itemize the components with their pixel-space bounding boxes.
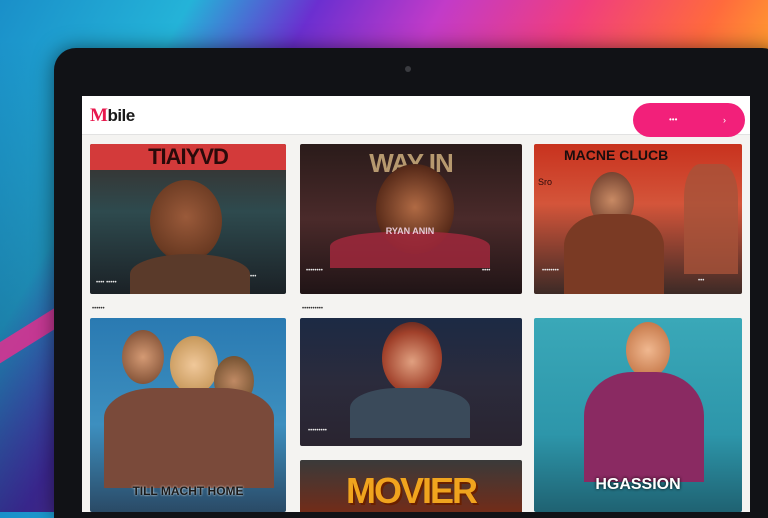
app-screen: Mbile ••• › TIAIYVD •••• ••••• ••• WAY I… (82, 96, 750, 512)
movie-title: MACNE CLUCB (564, 147, 669, 163)
poster-portrait (122, 330, 164, 384)
poster-figure (564, 214, 664, 294)
movie-subtitle: RYAN ANIN (385, 226, 435, 236)
poster-portrait (626, 322, 670, 378)
poster-figure (330, 232, 490, 268)
movie-title: TIAIYVD (90, 144, 286, 170)
movie-meta: •••• ••••• (96, 280, 117, 286)
movie-tag: Sro (538, 177, 553, 187)
section-caption: •••••••••• (302, 306, 324, 312)
logo-text: bile (107, 106, 135, 125)
poster-portrait (382, 322, 442, 394)
movie-rating: ••• (698, 278, 705, 284)
app-logo[interactable]: Mbile (90, 105, 135, 127)
movie-meta: •••••••• (306, 268, 323, 274)
movie-card[interactable]: HGASSION (534, 318, 742, 512)
movie-title: MOVIER (345, 470, 478, 511)
logo-mark: M (90, 105, 108, 126)
poster-figure (350, 388, 470, 438)
movie-card[interactable]: TILL MACHT HOME (90, 318, 286, 512)
movie-rating: ••• (250, 274, 257, 280)
movie-title: HGASSION (595, 476, 681, 493)
poster-portrait (170, 336, 218, 394)
poster-figure (584, 372, 704, 482)
movie-rating: •••• (482, 268, 491, 274)
poster-figure (684, 164, 738, 274)
movie-card[interactable]: WAY IN RYAN ANIN •••••••• •••• (300, 144, 522, 294)
movie-card[interactable]: MOVIER (300, 460, 522, 512)
signup-button-label: ••• (669, 115, 678, 124)
movie-meta: ••••••••• (308, 428, 327, 434)
chevron-right-icon: › (723, 115, 726, 125)
movie-card[interactable]: MACNE CLUCB Sro •••••••• ••• (534, 144, 742, 294)
section-caption: •••••• (92, 306, 105, 312)
poster-portrait (150, 180, 222, 262)
camera-icon (405, 66, 411, 72)
top-bar: Mbile ••• › (82, 96, 750, 137)
movie-title: TILL MACHT HOME (132, 484, 244, 498)
poster-figure (104, 388, 274, 488)
movie-meta: •••••••• (542, 268, 559, 274)
movie-card[interactable]: ••••••••• (300, 318, 522, 446)
signup-button[interactable]: ••• › (633, 103, 745, 137)
poster-figure (130, 254, 250, 294)
movie-card[interactable]: TIAIYVD •••• ••••• ••• (90, 144, 286, 294)
